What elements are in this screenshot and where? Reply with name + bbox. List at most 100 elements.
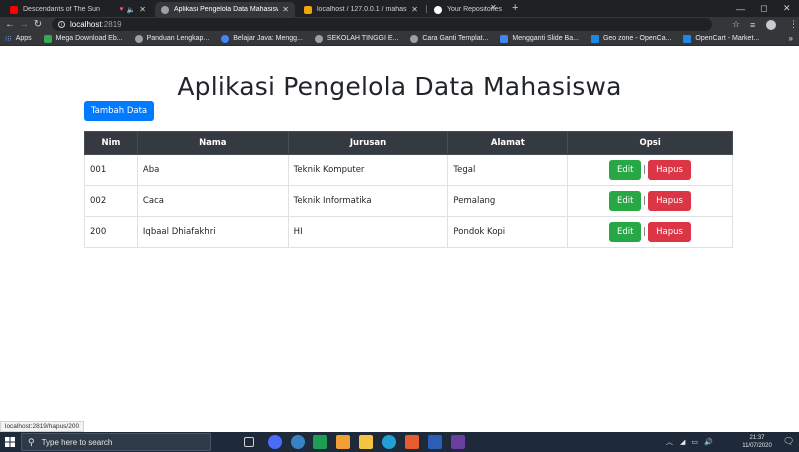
close-window-icon[interactable]: ✕ — [783, 0, 791, 17]
bookmark-sekolah[interactable]: SEKOLAH TINGGI E... — [314, 34, 399, 43]
add-data-button[interactable]: Tambah Data — [84, 101, 154, 121]
cell-jurusan: Teknik Komputer — [287, 154, 449, 186]
address-host: localhost — [70, 20, 102, 29]
bookmark-geo-zone[interactable]: Geo zone - OpenCa... — [590, 34, 672, 43]
cell-alamat: Pondok Kopi — [447, 216, 569, 248]
header-jurusan: Jurusan — [287, 131, 449, 155]
tab-descendants[interactable]: Descendants of The Sun ♥ 🔈 ✕ — [4, 2, 152, 17]
bookmark-favicon-icon — [500, 34, 509, 43]
table-row: 001 Aba Teknik Komputer Tegal Edit | Hapus — [84, 154, 733, 186]
edit-button[interactable]: Edit — [609, 160, 642, 180]
bookmark-cara-ganti[interactable]: Cara Ganti Templat... — [410, 34, 488, 43]
cell-jurusan: HI — [287, 216, 449, 248]
taskbar-app-icon[interactable] — [313, 435, 327, 449]
word-taskbar-icon[interactable] — [428, 435, 442, 449]
separator: | — [643, 165, 647, 175]
opencart-icon — [590, 34, 599, 43]
bookmark-label: Apps — [15, 35, 32, 42]
cell-nama: Iqbaal Dhiafakhri — [136, 216, 289, 248]
taskbar-app-icon[interactable] — [451, 435, 465, 449]
tab-aplikasi[interactable]: Aplikasi Pengelola Data Mahasisw ✕ — [155, 2, 295, 17]
edit-button[interactable]: Edit — [609, 222, 642, 242]
cell-nama: Caca — [136, 185, 289, 217]
cell-opsi: Edit | Hapus — [567, 216, 733, 248]
bookmark-label: Mengganti Slide Ba... — [512, 35, 579, 42]
chrome-taskbar-icon[interactable] — [291, 435, 305, 449]
close-tab-icon[interactable]: ✕ — [282, 5, 289, 14]
delete-button[interactable]: Hapus — [648, 191, 692, 211]
audio-icon: 🔈 — [126, 6, 136, 14]
menu-icon[interactable]: ⋮ — [789, 17, 798, 32]
apps-grid-icon: ⁝⁝⁝ — [5, 35, 12, 43]
close-tab-icon[interactable]: ✕ — [139, 5, 146, 14]
forward-icon[interactable]: → — [17, 19, 31, 30]
task-view-icon[interactable] — [244, 437, 254, 447]
cell-jurusan: Teknik Informatika — [287, 185, 449, 217]
clock-time: 21:37 — [749, 435, 765, 441]
taskbar-app-icon[interactable] — [405, 435, 419, 449]
taskbar-app-icon[interactable] — [268, 435, 282, 449]
maximize-icon[interactable]: ◻ — [760, 0, 767, 17]
edit-button[interactable]: Edit — [609, 191, 642, 211]
bookmark-panduan[interactable]: Panduan Lengkap... — [134, 34, 209, 43]
cell-nama: Aba — [136, 154, 289, 186]
reload-icon[interactable]: ↻ — [31, 19, 45, 30]
notification-icon[interactable]: 🗨 — [783, 436, 794, 447]
bookmark-label: Geo zone - OpenCa... — [602, 35, 672, 42]
taskbar-search-input[interactable]: ⚲ Type here to search — [21, 433, 211, 451]
cell-nim: 002 — [84, 185, 138, 217]
delete-button[interactable]: Hapus — [648, 160, 692, 180]
address-bar[interactable]: i localhost :2819 — [52, 18, 712, 31]
bookmark-favicon-icon — [43, 34, 52, 43]
star-icon[interactable]: ☆ — [732, 17, 740, 32]
new-tab-icon[interactable]: + — [512, 2, 518, 14]
back-icon[interactable]: ← — [3, 19, 17, 30]
taskbar-app-icon[interactable] — [336, 435, 350, 449]
globe-icon — [134, 34, 143, 43]
battery-icon[interactable]: ▭ — [691, 438, 698, 446]
bookmark-opencart-market[interactable]: OpenCart - Market... — [683, 34, 759, 43]
tab-title: Descendants of The Sun — [23, 6, 100, 13]
edge-taskbar-icon[interactable] — [382, 435, 396, 449]
phpmyadmin-favicon-icon — [304, 5, 312, 14]
close-tab-icon[interactable]: ✕ — [490, 3, 497, 12]
browser-toolbar: ← → ↻ i localhost :2819 — [0, 17, 799, 32]
globe-icon — [314, 34, 323, 43]
more-bookmarks-icon[interactable]: » — [789, 32, 793, 46]
info-icon[interactable]: i — [58, 21, 65, 28]
bookmark-label: Mega Download Eb... — [55, 35, 123, 42]
bookmark-mega-download[interactable]: Mega Download Eb... — [43, 34, 123, 43]
search-placeholder: Type here to search — [41, 437, 113, 447]
table-row: 002 Caca Teknik Informatika Pemalang Edi… — [84, 185, 733, 217]
globe-icon — [410, 34, 419, 43]
tab-title: localhost / 127.0.0.1 / mahasisw — [317, 6, 408, 13]
minimize-icon[interactable]: — — [736, 0, 745, 17]
clock-date: 11/07/2020 — [742, 443, 772, 449]
header-nim: Nim — [84, 131, 138, 155]
separator: | — [643, 196, 647, 206]
bookmark-mengganti-slide[interactable]: Mengganti Slide Ba... — [500, 34, 579, 43]
system-tray: ︿ ◢ ▭ 🔊 — [666, 432, 713, 452]
network-icon[interactable]: ◢ — [680, 438, 685, 446]
cell-nim: 001 — [84, 154, 138, 186]
browser-tabstrip: Descendants of The Sun ♥ 🔈 ✕ Aplikasi Pe… — [0, 0, 799, 17]
opencart-icon — [683, 34, 692, 43]
youtube-favicon-icon — [10, 5, 18, 14]
bookmark-label: SEKOLAH TINGGI E... — [326, 35, 399, 42]
search-icon: ⚲ — [28, 436, 35, 447]
bookmark-label: Belajar Java: Mengg... — [233, 35, 303, 42]
bookmark-belajar-java[interactable]: Belajar Java: Mengg... — [221, 34, 303, 43]
volume-icon[interactable]: 🔊 — [704, 438, 713, 446]
status-bar-url: localhost:2819/hapus/200 — [0, 421, 85, 432]
chevron-up-icon[interactable]: ︿ — [666, 437, 673, 447]
tab-phpmyadmin[interactable]: localhost / 127.0.0.1 / mahasisw ✕ — [298, 2, 424, 17]
media-icon[interactable]: ≡ — [750, 17, 755, 32]
close-tab-icon[interactable]: ✕ — [411, 5, 418, 14]
bookmark-apps[interactable]: ⁝⁝⁝ Apps — [5, 35, 32, 43]
profile-avatar[interactable] — [766, 17, 776, 32]
page-title: Aplikasi Pengelola Data Mahasiswa — [177, 72, 622, 101]
delete-button[interactable]: Hapus — [648, 222, 692, 242]
taskbar-clock[interactable]: 21:37 11/07/2020 — [737, 434, 777, 450]
windows-start-icon[interactable] — [0, 432, 20, 452]
file-explorer-icon[interactable] — [359, 435, 373, 449]
